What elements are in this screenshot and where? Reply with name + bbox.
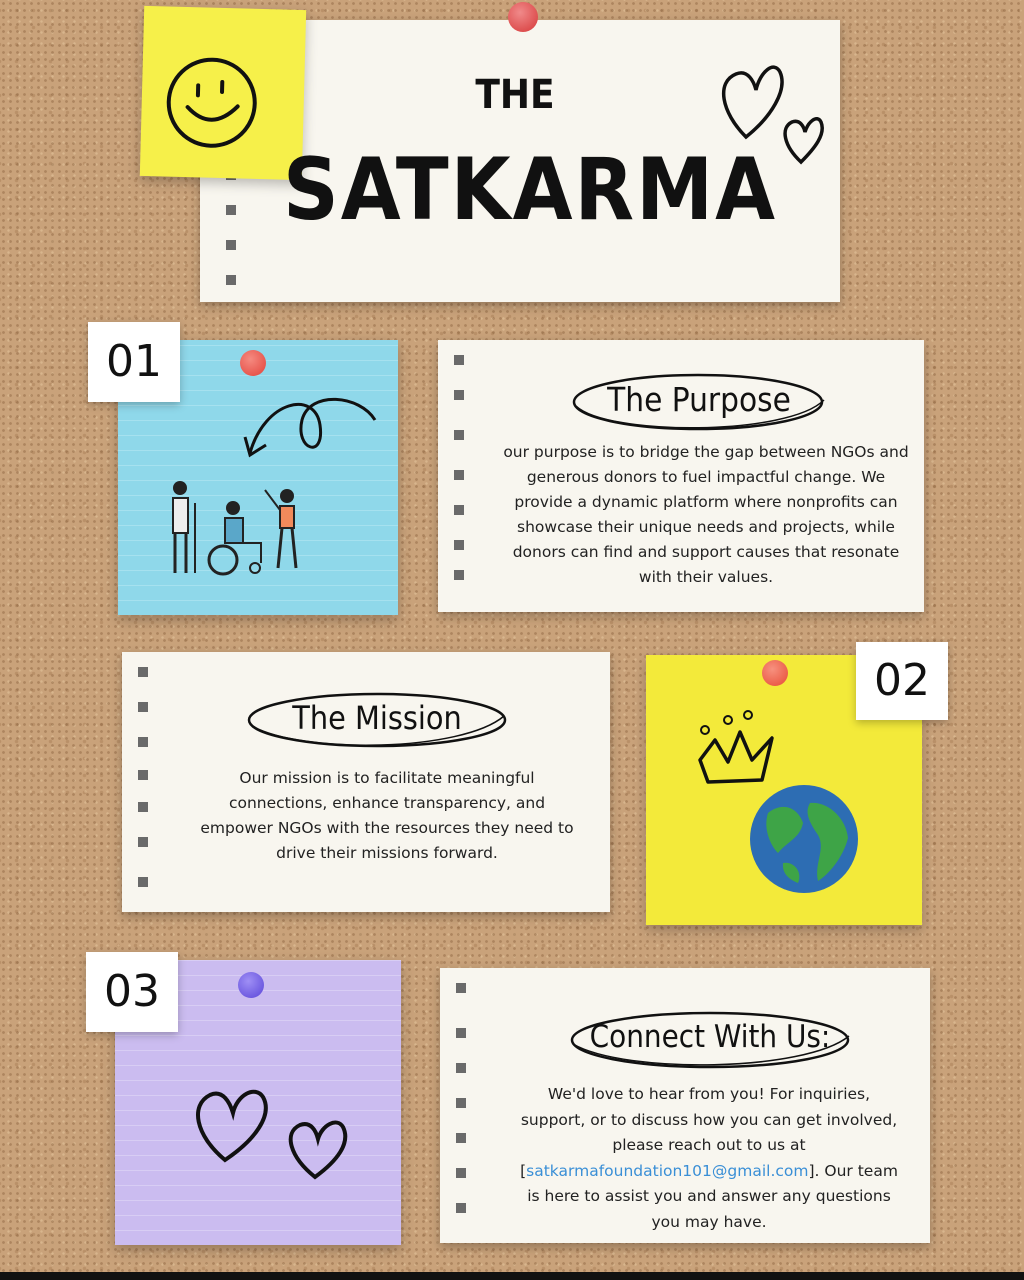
mission-card: The Mission Our mission is to facilitate… bbox=[122, 652, 610, 912]
mission-body: Our mission is to facilitate meaningful … bbox=[200, 769, 574, 862]
header-the: THE bbox=[475, 72, 555, 118]
mission-pin bbox=[762, 660, 788, 686]
purpose-body: our purpose is to bridge the gap between… bbox=[503, 443, 909, 586]
page-title: SATKARMA bbox=[282, 140, 778, 240]
section-number-03: 03 bbox=[86, 952, 178, 1032]
crown-icon bbox=[698, 710, 774, 784]
two-hearts-icon bbox=[196, 1089, 348, 1180]
mission-heading-frame: The Mission bbox=[242, 688, 512, 752]
purpose-card: The Purpose our purpose is to bridge the… bbox=[438, 340, 924, 612]
arrow-loop-icon bbox=[243, 397, 377, 458]
section-number-02: 02 bbox=[856, 642, 948, 720]
purpose-heading-frame: The Purpose bbox=[568, 370, 830, 434]
section-number-01: 01 bbox=[88, 322, 180, 402]
bottom-bar bbox=[0, 1272, 1024, 1280]
email-link[interactable]: satkarmafoundation101@gmail.com bbox=[526, 1162, 808, 1180]
people-icon bbox=[172, 481, 298, 576]
connect-pin bbox=[238, 972, 264, 998]
connect-heading: Connect With Us: bbox=[589, 1019, 831, 1055]
hearts-icon bbox=[721, 65, 824, 165]
connect-body: We'd love to hear from you! For inquirie… bbox=[514, 1082, 904, 1235]
connect-card: Connect With Us: We'd love to hear from … bbox=[440, 968, 930, 1243]
header-pin bbox=[508, 2, 538, 32]
globe-icon bbox=[750, 785, 858, 893]
connect-heading-frame: Connect With Us: bbox=[565, 1008, 855, 1072]
purpose-heading: The Purpose bbox=[607, 380, 791, 419]
mission-heading: The Mission bbox=[292, 699, 462, 737]
purpose-pin bbox=[240, 350, 266, 376]
